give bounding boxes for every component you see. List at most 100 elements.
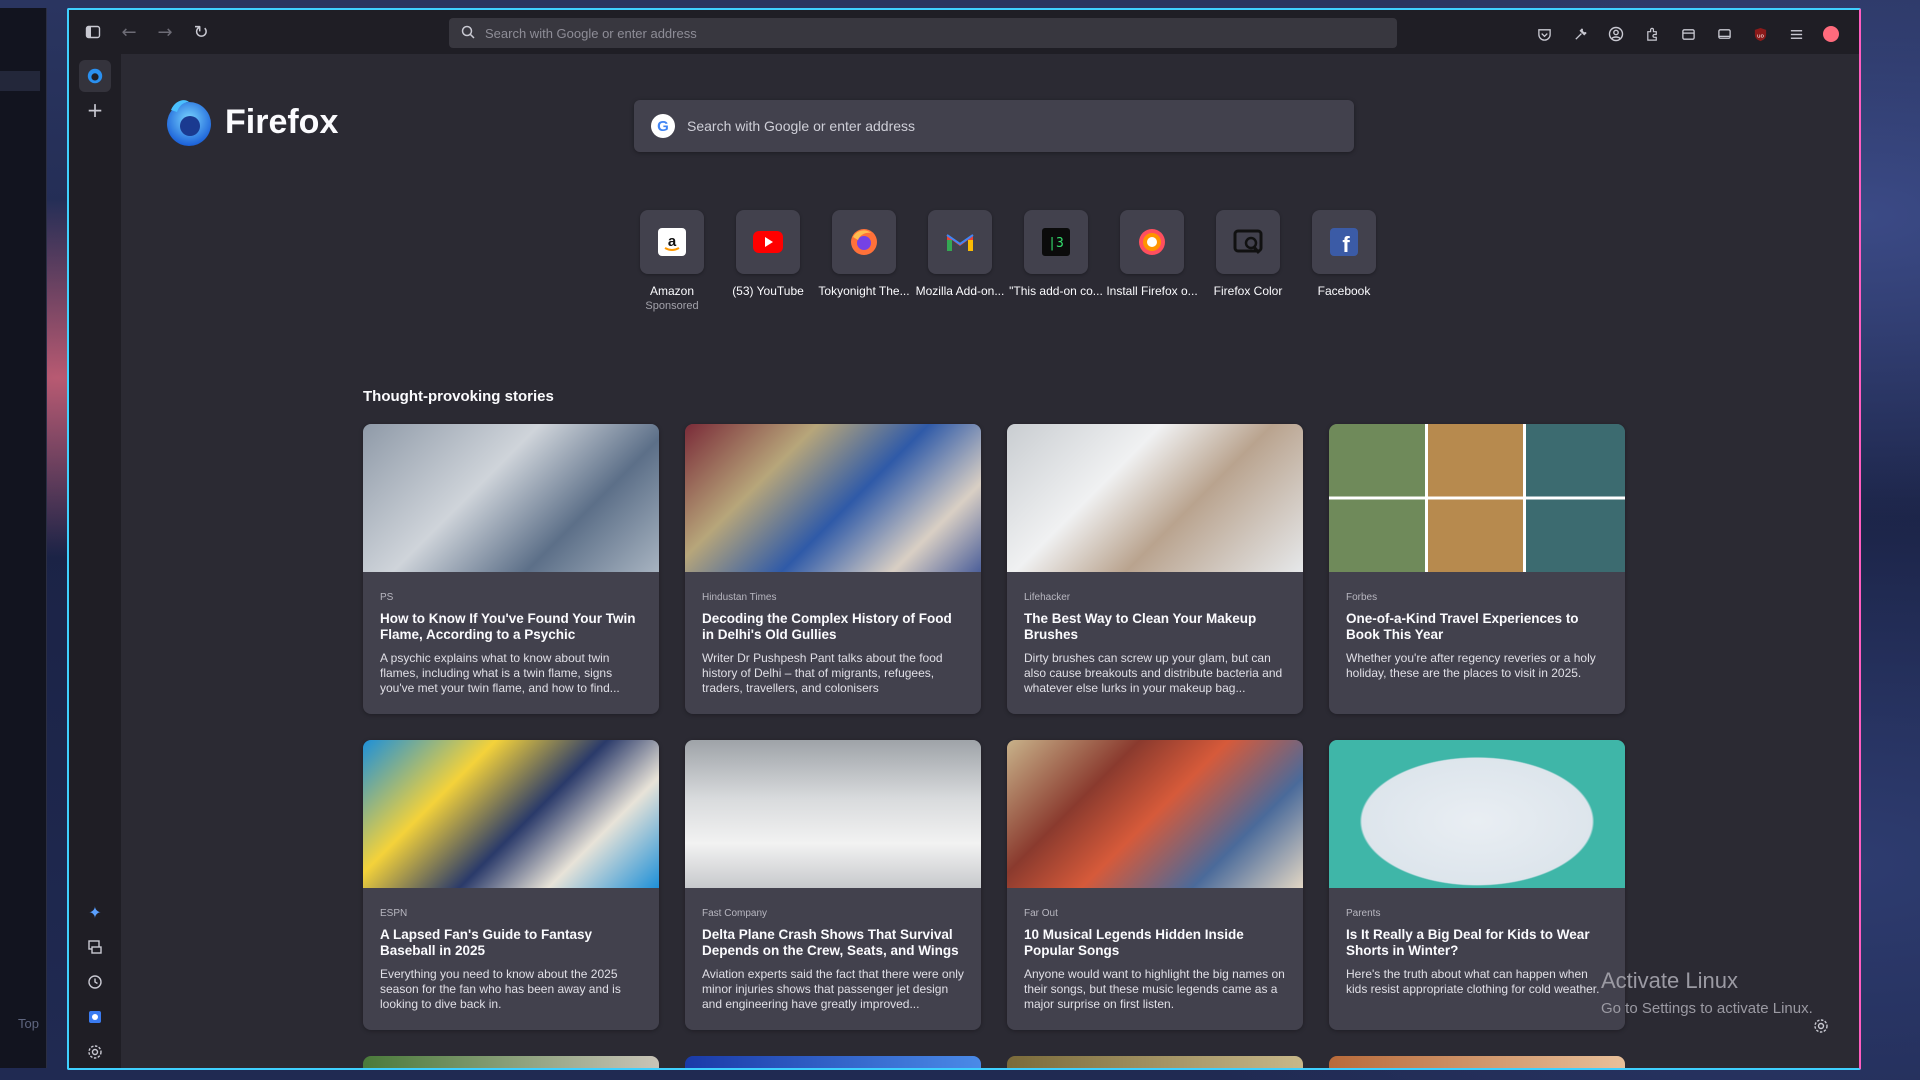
background-window-panel: Top [0,8,47,1068]
amazon-icon: a [640,210,704,274]
story-source: Forbes [1346,592,1378,603]
story-card[interactable]: PS How to Know If You've Found Your Twin… [363,424,659,714]
story-description: Aviation experts said the fact that ther… [702,967,964,1011]
firefox-icon [832,210,896,274]
stories-section-title: Thought-provoking stories [363,388,554,405]
sparkle-icon[interactable]: ✦ [79,896,111,928]
shortcut-youtube[interactable]: (53) YouTube [720,210,816,312]
story-source: PS [380,592,394,603]
history-icon[interactable] [79,966,111,998]
story-image [1329,740,1625,888]
newtab-search-placeholder: Search with Google or enter address [687,118,916,134]
story-title: Decoding the Complex History of Food in … [702,611,952,642]
story-image [685,740,981,888]
story-description: A psychic explains what to know about tw… [380,651,620,695]
watermark-subtitle: Go to Settings to activate Linux. [1601,1000,1813,1017]
screen-icon[interactable] [1707,16,1741,52]
terminal-icon: |3 [1024,210,1088,274]
story-source: Parents [1346,908,1381,919]
pocket-icon[interactable] [1527,16,1561,52]
sidebar: + ✦ [69,54,122,1068]
address-bar[interactable]: Search with Google or enter address [449,18,1397,48]
story-card[interactable]: Fast Company Delta Plane Crash Shows Tha… [685,740,981,1030]
sidebar-toggle-icon[interactable] [75,14,111,50]
story-source: Far Out [1024,908,1058,919]
search-icon [461,24,475,43]
story-card[interactable]: Forbes One-of-a-Kind Travel Experiences … [1329,424,1625,714]
svg-text:f: f [1342,232,1350,256]
back-icon[interactable]: ← [111,14,147,50]
shortcut-label: Install Firefox o... [1106,284,1198,298]
story-description: Dirty brushes can screw up your glam, bu… [1024,651,1283,695]
facebook-icon: f [1312,210,1376,274]
story-title: A Lapsed Fan's Guide to Fantasy Baseball… [380,927,592,958]
story-card[interactable]: Hindustan Times Decoding the Complex His… [685,424,981,714]
shortcut-label: (53) YouTube [732,284,804,298]
activate-linux-watermark: Activate Linux Go to Settings to activat… [1601,968,1813,1017]
story-image [1007,424,1303,572]
ublock-icon[interactable]: uo [1743,16,1777,52]
account-icon[interactable] [1599,16,1633,52]
shortcut-label: Mozilla Add-on... [915,284,1005,298]
story-image [1007,740,1303,888]
shortcut-facebook[interactable]: f Facebook [1296,210,1392,312]
youtube-icon [736,210,800,274]
wrench-icon[interactable] [1563,16,1597,52]
firefox-color-tool-icon [1216,210,1280,274]
story-card-partial[interactable] [363,1056,659,1068]
google-icon: G [651,114,675,138]
reload-icon[interactable]: ↻ [183,14,219,50]
new-tab-page: Firefox G Search with Google or enter ad… [121,54,1859,1068]
shortcut-label: Tokyonight The... [818,284,910,298]
toolbar: ← → ↻ Search with Google or enter addres… [69,10,1859,54]
shortcut-label: Firefox Color [1213,284,1283,298]
menu-icon[interactable] [1779,16,1813,52]
bookmark-shield-icon[interactable] [79,1001,111,1033]
firefox-logo: Firefox [163,96,338,148]
synced-tabs-icon[interactable] [79,931,111,963]
story-image [1329,424,1625,572]
forward-icon[interactable]: → [147,14,183,50]
toolbar-right-icons: uo [1527,16,1839,52]
story-title: 10 Musical Legends Hidden Inside Popular… [1024,927,1244,958]
story-card[interactable]: Far Out 10 Musical Legends Hidden Inside… [1007,740,1303,1030]
story-card[interactable]: ESPN A Lapsed Fan's Guide to Fantasy Bas… [363,740,659,1030]
gmail-icon [928,210,992,274]
shortcut-mozilla-addons[interactable]: Mozilla Add-on... [912,210,1008,312]
shortcut-sponsored-label: Sponsored [645,300,699,312]
shortcut-tokyonight[interactable]: Tokyonight The... [816,210,912,312]
story-description: Anyone would want to highlight the big n… [1024,967,1285,1011]
settings-gear-icon[interactable] [79,1036,111,1068]
shortcut-install-firefox[interactable]: Install Firefox o... [1104,210,1200,312]
story-card[interactable]: Parents Is It Really a Big Deal for Kids… [1329,740,1625,1030]
story-title: Delta Plane Crash Shows That Survival De… [702,927,959,958]
shortcut-this-addon[interactable]: |3 "This add-on co... [1008,210,1104,312]
background-highlight [0,71,40,91]
story-source: Hindustan Times [702,592,777,603]
personalize-gear-icon[interactable] [1813,1018,1829,1038]
shortcut-label: Facebook [1317,284,1371,298]
story-title: The Best Way to Clean Your Makeup Brushe… [1024,611,1257,642]
downloads-box-icon[interactable] [1671,16,1705,52]
story-description: Whether you're after regency reveries or… [1346,651,1596,680]
story-source: Fast Company [702,908,768,919]
new-tab-plus-icon[interactable]: + [79,94,111,126]
story-description: Writer Dr Pushpesh Pant talks about the … [702,651,943,695]
svg-text:a: a [668,233,677,250]
story-card-partial[interactable] [685,1056,981,1068]
close-dot-icon[interactable] [1823,26,1839,42]
sidebar-firefox-icon[interactable] [79,60,111,92]
story-card-partial[interactable] [1329,1056,1625,1068]
firefox-color-icon [1120,210,1184,274]
shortcut-firefox-color[interactable]: Firefox Color [1200,210,1296,312]
story-source: ESPN [380,908,408,919]
shortcut-amazon[interactable]: a Amazon Sponsored [624,210,720,312]
extensions-icon[interactable] [1635,16,1669,52]
story-card-partial[interactable] [1007,1056,1303,1068]
svg-text:uo: uo [1757,33,1765,39]
story-card[interactable]: Lifehacker The Best Way to Clean Your Ma… [1007,424,1303,714]
story-image [363,740,659,888]
newtab-search-box[interactable]: G Search with Google or enter address [634,100,1354,152]
background-top-label: Top [18,1016,39,1031]
story-title: How to Know If You've Found Your Twin Fl… [380,611,636,642]
